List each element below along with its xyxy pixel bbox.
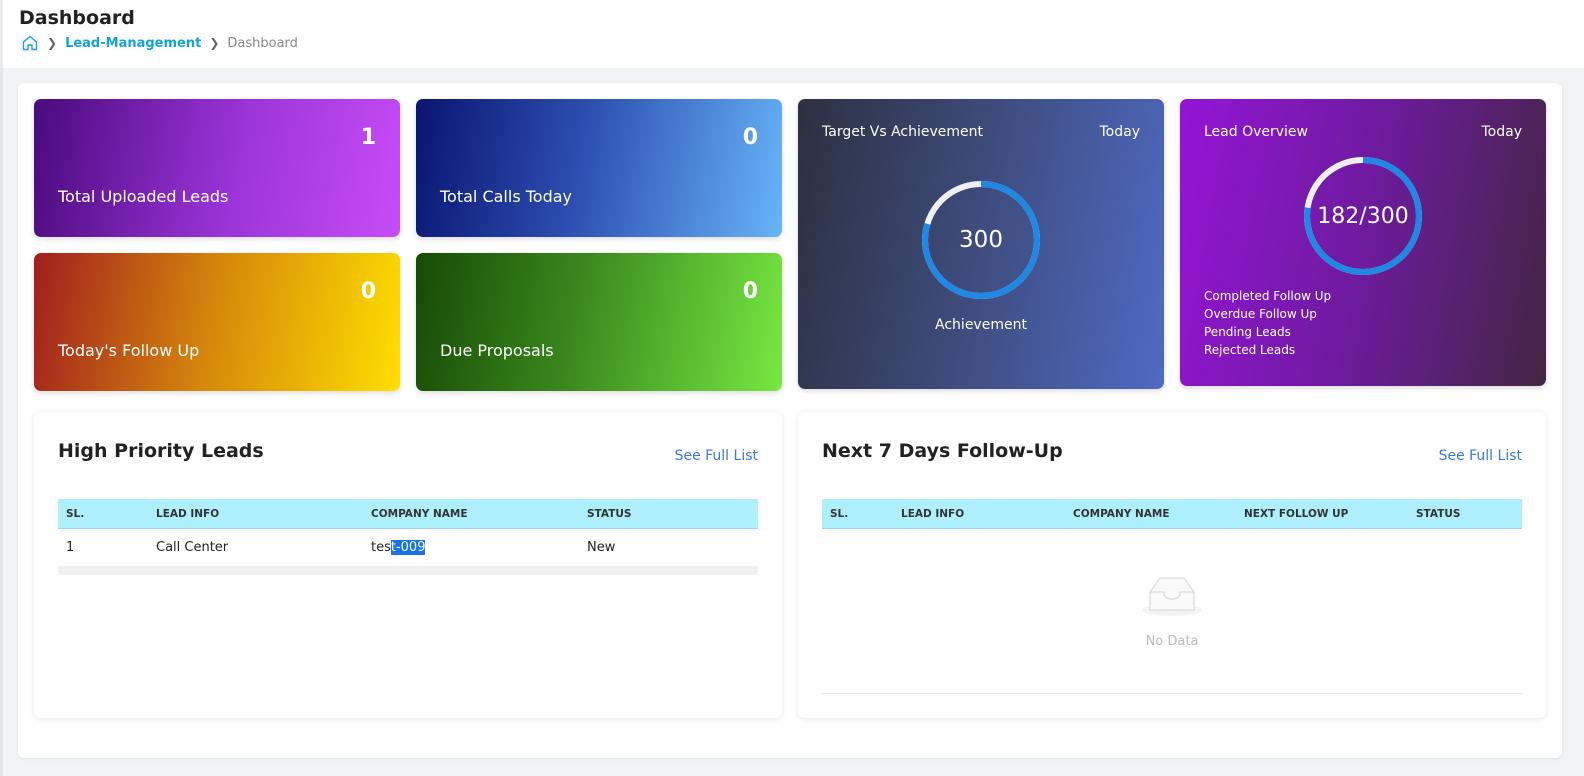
column-header[interactable]: STATUS [1416, 508, 1460, 520]
company-text: tes [371, 540, 391, 555]
divider [822, 693, 1522, 694]
column-header[interactable]: SL. [66, 508, 84, 520]
cell-sl: 1 [66, 540, 75, 555]
no-data-text: No Data [1145, 634, 1199, 649]
card-title: Target Vs Achievement [822, 124, 983, 140]
high-priority-leads-card: High Priority Leads See Full List SL. LE… [34, 412, 782, 718]
column-header[interactable]: COMPANY NAME [1073, 508, 1170, 520]
column-header[interactable]: LEAD INFO [901, 508, 964, 520]
stat-card-due-proposals[interactable]: 0 Due Proposals [416, 253, 782, 391]
stat-card-follow-up[interactable]: 0 Today's Follow Up [34, 253, 400, 391]
stat-value: 0 [742, 279, 758, 304]
column-header[interactable]: COMPANY NAME [371, 508, 468, 520]
stat-value: 0 [360, 279, 376, 304]
breadcrumb-link-lead-management[interactable]: Lead-Management [65, 36, 201, 51]
stat-label: Due Proposals [440, 341, 554, 360]
stat-value: 1 [360, 125, 376, 150]
table-header: SL. LEAD INFO COMPANY NAME STATUS [58, 499, 758, 529]
achievement-caption: Achievement [935, 317, 1027, 333]
legend-item: Completed Follow Up [1204, 289, 1332, 303]
selected-text: t-009 [390, 540, 426, 555]
cell-company-name: test-009 [371, 540, 426, 555]
table-row[interactable]: 1 Call Center test-009 New [58, 530, 758, 566]
card-title: High Priority Leads [58, 440, 264, 462]
period-label: Today [1481, 124, 1523, 140]
period-label: Today [1099, 124, 1141, 140]
stat-label: Total Uploaded Leads [58, 187, 229, 206]
legend-item: Rejected Leads [1204, 343, 1296, 357]
lead-overview-card: Lead Overview Today 182/300 Completed Fo… [1180, 99, 1546, 386]
stat-card-uploaded-leads[interactable]: 1 Total Uploaded Leads [34, 99, 400, 237]
overview-legend: Completed Follow Up Overdue Follow Up Pe… [1204, 287, 1331, 359]
overview-ring: 182/300 [1303, 156, 1423, 276]
stat-card-calls-today[interactable]: 0 Total Calls Today [416, 99, 782, 237]
breadcrumb-current: Dashboard [227, 35, 298, 51]
horizontal-scrollbar[interactable] [58, 566, 758, 575]
chevron-right-icon: ❯ [47, 36, 58, 50]
legend-item: Pending Leads [1204, 325, 1291, 339]
column-header[interactable]: SL. [830, 508, 848, 520]
home-icon[interactable] [21, 34, 39, 52]
table-header: SL. LEAD INFO COMPANY NAME NEXT FOLLOW U… [822, 499, 1522, 529]
card-title: Next 7 Days Follow-Up [822, 440, 1063, 462]
empty-inbox-icon [1140, 574, 1204, 618]
stat-label: Total Calls Today [440, 187, 573, 206]
chevron-right-icon: ❯ [209, 36, 220, 50]
ring-value: 182/300 [1317, 203, 1409, 229]
page-title: Dashboard [19, 7, 135, 29]
breadcrumb: ❯ Lead-Management ❯ Dashboard [21, 34, 298, 52]
stat-label: Today's Follow Up [58, 341, 200, 360]
target-vs-achievement-card: Target Vs Achievement Today 300 Achievem… [798, 99, 1164, 389]
next-7-days-follow-up-card: Next 7 Days Follow-Up See Full List SL. … [798, 412, 1546, 718]
stat-value: 0 [742, 125, 758, 150]
legend-item: Overdue Follow Up [1204, 307, 1317, 321]
ring-value: 300 [959, 227, 1003, 253]
page-header: Dashboard ❯ Lead-Management ❯ Dashboard [0, 0, 1584, 68]
see-full-list-link[interactable]: See Full List [675, 448, 758, 464]
cell-lead-info: Call Center [156, 540, 229, 555]
cell-status: New [587, 540, 616, 555]
column-header[interactable]: NEXT FOLLOW UP [1244, 508, 1348, 520]
card-title: Lead Overview [1204, 124, 1308, 140]
achievement-ring: 300 [921, 180, 1041, 300]
column-header[interactable]: STATUS [587, 508, 631, 520]
see-full-list-link[interactable]: See Full List [1439, 448, 1522, 464]
column-header[interactable]: LEAD INFO [156, 508, 219, 520]
